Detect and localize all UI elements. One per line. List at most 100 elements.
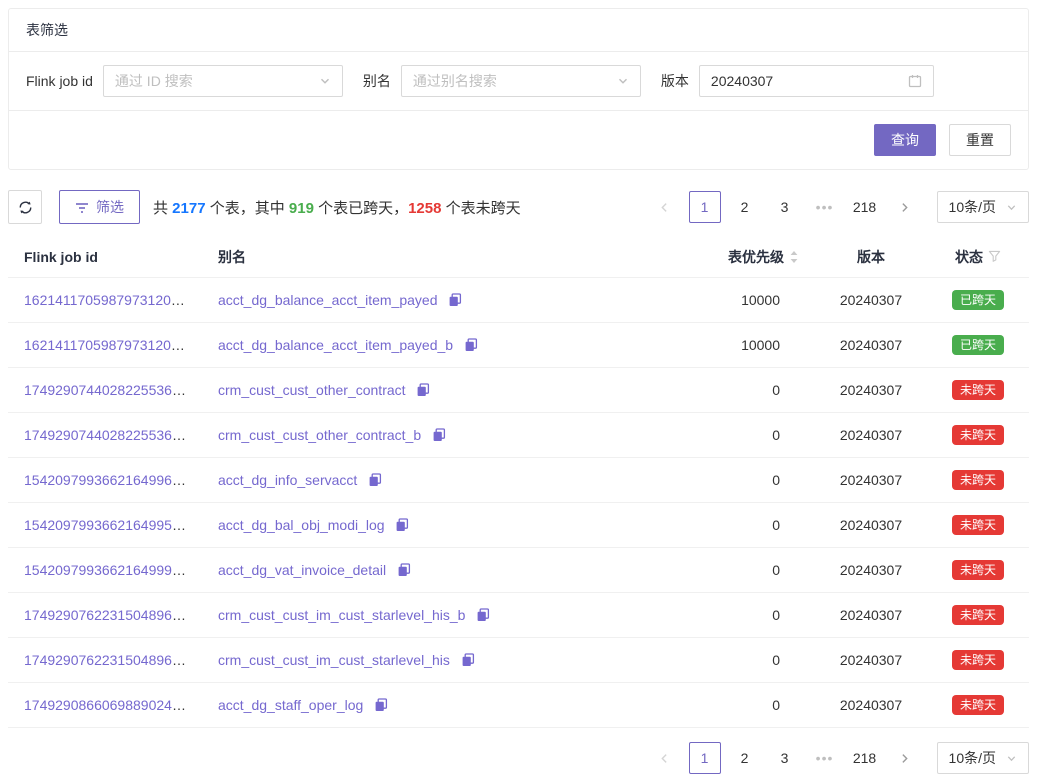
page-size-select[interactable]: 10条/页 [937,191,1029,223]
copy-icon[interactable] [397,563,411,577]
copy-icon[interactable] [464,338,478,352]
toolbar: 筛选 共 2177 个表，其中 919 个表已跨天，1258 个表未跨天 123… [8,190,1029,224]
job-id-cell: 1749290762231504896 [8,607,202,623]
version-value: 20240307 [840,517,902,533]
chevron-down-icon [1006,753,1017,764]
copy-icon[interactable] [448,293,462,307]
refresh-button[interactable] [8,190,42,224]
reset-button[interactable]: 重置 [949,124,1011,156]
version-cell: 20240307 [815,697,927,713]
version-cell: 20240307 [815,337,927,353]
priority-cell: 0 [663,697,815,713]
priority-value: 10000 [741,337,799,353]
job-id-cell: 1749290762231504896 [8,652,202,668]
job-id-link[interactable]: 1749290744028225536 [24,382,186,398]
page-number-3[interactable]: 3 [769,742,801,774]
copy-icon[interactable] [368,473,382,487]
version-value: 20240307 [840,562,902,578]
job-id-cell: 1621411705987973120 [8,292,202,308]
alias-link[interactable]: crm_cust_cust_im_cust_starlevel_his [218,652,450,668]
alias-link[interactable]: acct_dg_bal_obj_modi_log [218,517,385,533]
prev-page-button[interactable] [649,191,681,223]
alias-cell: crm_cust_cust_other_contract_b [202,427,663,443]
uncrossed-count: 1258 [408,200,441,217]
page-number-3[interactable]: 3 [769,191,801,223]
page-number-218[interactable]: 218 [849,191,881,223]
version-cell: 20240307 [815,427,927,443]
alias-link[interactable]: acct_dg_vat_invoice_detail [218,562,386,578]
status-badge: 未跨天 [952,515,1004,535]
page-number-1[interactable]: 1 [689,742,721,774]
job-id-link[interactable]: 1749290866069889024 [24,697,186,713]
version-cell: 20240307 [815,607,927,623]
status-cell: 未跨天 [927,560,1029,580]
copy-icon[interactable] [395,518,409,532]
next-page-button[interactable] [889,742,921,774]
alias-link[interactable]: acct_dg_balance_acct_item_payed_b [218,337,453,353]
column-header-version: 版本 [815,247,927,267]
pagination: 123•••218 10条/页 [649,742,1029,774]
alias-link[interactable]: acct_dg_balance_acct_item_payed [218,292,438,308]
job-id-cell: 1542097993662164995 [8,517,202,533]
alias-link[interactable]: acct_dg_staff_oper_log [218,697,363,713]
page-number-218[interactable]: 218 [849,742,881,774]
pagination: 123•••21810条/页 [649,191,1029,223]
status-badge: 未跨天 [952,560,1004,580]
table-row: 1542097993662164995 acct_dg_bal_obj_modi… [8,503,1029,548]
total-count: 2177 [172,200,205,217]
alias-link[interactable]: crm_cust_cust_im_cust_starlevel_his_b [218,607,465,623]
copy-icon[interactable] [416,383,430,397]
column-header-status[interactable]: 状态 [927,247,1029,267]
prev-page-button[interactable] [649,742,681,774]
copy-icon[interactable] [432,428,446,442]
copy-icon[interactable] [374,698,388,712]
job-id-link[interactable]: 1749290762231504896 [24,607,186,623]
filter-button[interactable]: 筛选 [59,190,140,224]
version-cell: 20240307 [815,472,927,488]
version-value: 20240307 [840,427,902,443]
column-header-alias: 别名 [202,247,663,267]
job-id-link[interactable]: 1749290744028225536 [24,427,186,443]
page-number-2[interactable]: 2 [729,742,761,774]
status-badge: 未跨天 [952,695,1004,715]
query-button[interactable]: 查询 [874,124,936,156]
priority-cell: 0 [663,607,815,623]
job-id-link[interactable]: 1542097993662164995 [24,517,186,533]
page-number-1[interactable]: 1 [689,191,721,223]
alias-link[interactable]: crm_cust_cust_other_contract [218,382,406,398]
job-id-link[interactable]: 1621411705987973120 [24,292,185,308]
filter-row: Flink job id 通过 ID 搜索 别名 通过别名搜索 版本 20240… [9,52,1028,111]
pagination-ellipsis: ••• [809,742,841,774]
page-size-select[interactable]: 10条/页 [937,742,1029,774]
job-id-link[interactable]: 1749290762231504896 [24,652,186,668]
alias-link[interactable]: crm_cust_cust_other_contract_b [218,427,421,443]
alias-select[interactable]: 通过别名搜索 [401,65,641,97]
version-value: 20240307 [840,382,902,398]
crossed-count: 919 [289,200,314,217]
version-date-picker[interactable]: 20240307 [699,65,934,97]
alias-cell: acct_dg_bal_obj_modi_log [202,517,663,533]
alias-link[interactable]: acct_dg_info_servacct [218,472,357,488]
next-page-button[interactable] [889,191,921,223]
sorter-icon[interactable] [789,250,799,264]
priority-value: 0 [772,472,799,488]
jobs-table: Flink job id 别名 表优先级 版本 状态 [8,236,1029,728]
priority-cell: 0 [663,382,815,398]
alias-cell: acct_dg_balance_acct_item_payed_b [202,337,663,353]
priority-cell: 0 [663,427,815,443]
status-badge: 未跨天 [952,425,1004,445]
column-header-priority[interactable]: 表优先级 [663,247,815,267]
status-badge: 未跨天 [952,605,1004,625]
funnel-icon[interactable] [988,250,1001,263]
job-id-link[interactable]: 1621411705987973120 [24,337,185,353]
page-number-2[interactable]: 2 [729,191,761,223]
table-row: 1749290744028225536 crm_cust_cust_other_… [8,368,1029,413]
job-id-select[interactable]: 通过 ID 搜索 [103,65,343,97]
copy-icon[interactable] [476,608,490,622]
alias-cell: acct_dg_info_servacct [202,472,663,488]
calendar-icon [908,74,922,88]
job-id-link[interactable]: 1542097993662164999 [24,562,186,578]
job-id-link[interactable]: 1542097993662164996 [24,472,186,488]
copy-icon[interactable] [461,653,475,667]
page: 表筛选 Flink job id 通过 ID 搜索 别名 通过别名搜索 版本 2… [8,8,1029,774]
